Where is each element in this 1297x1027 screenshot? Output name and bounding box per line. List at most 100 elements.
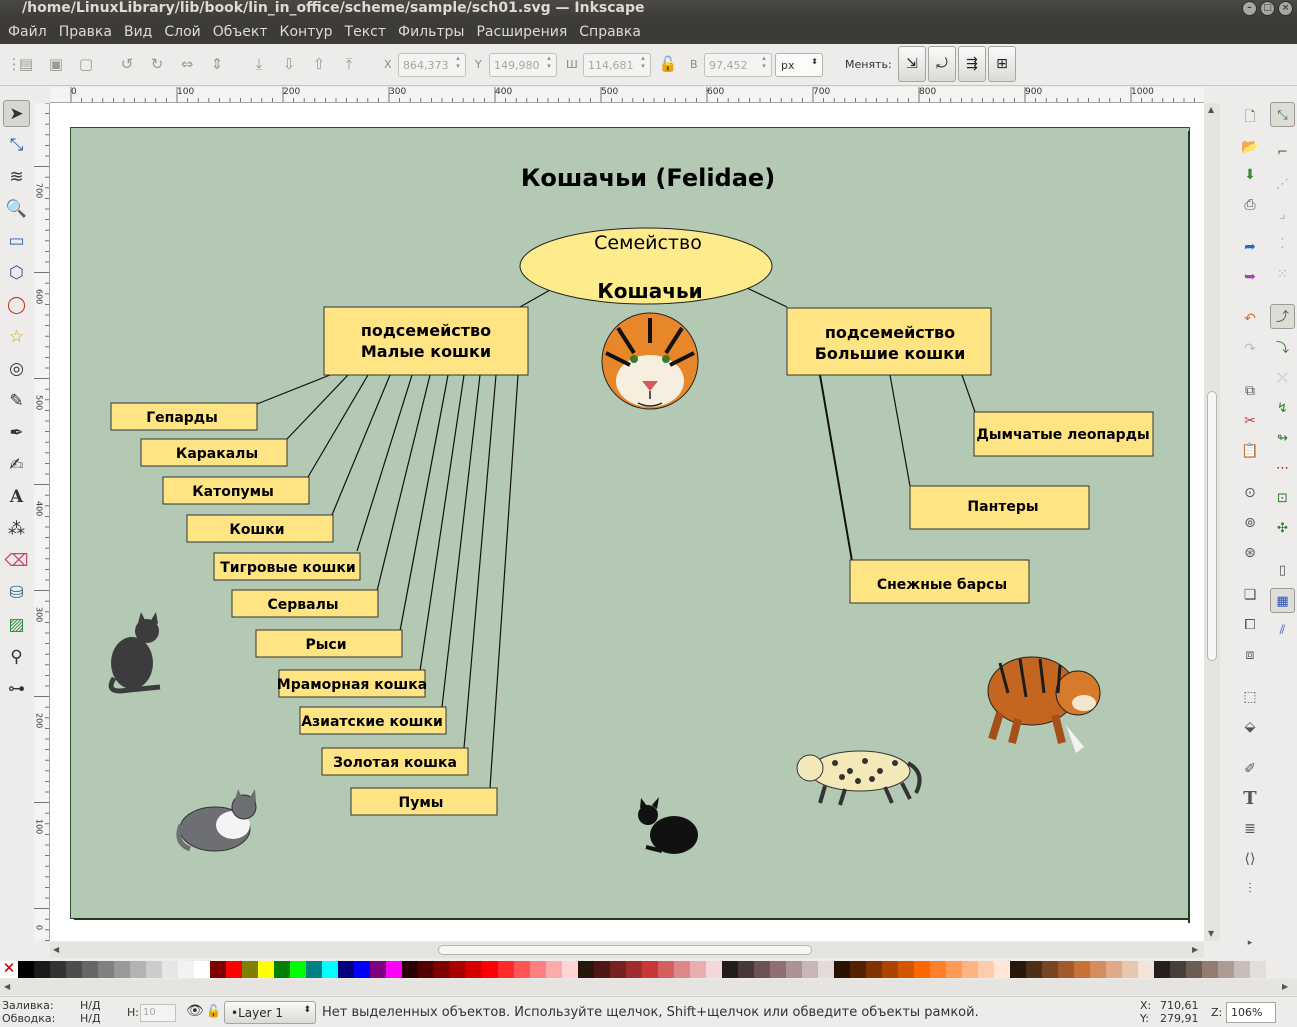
color-swatch[interactable]	[882, 961, 898, 978]
color-swatch[interactable]	[82, 961, 98, 978]
scroll-left-icon[interactable]: ◀	[53, 945, 59, 954]
color-swatch[interactable]	[130, 961, 146, 978]
color-swatch[interactable]	[338, 961, 354, 978]
color-swatch[interactable]	[1058, 961, 1074, 978]
color-swatch[interactable]	[658, 961, 674, 978]
snap-bbox-center-icon[interactable]: ⁙	[1270, 262, 1295, 287]
color-swatch[interactable]	[498, 961, 514, 978]
move-gradients-button[interactable]: ⇶	[958, 46, 986, 82]
height-input[interactable]: 97,452	[704, 53, 772, 77]
menu-filters[interactable]: Фильтры	[392, 20, 470, 44]
open-icon[interactable]: 📂	[1239, 136, 1261, 158]
color-swatch[interactable]	[770, 961, 786, 978]
color-swatch[interactable]	[306, 961, 322, 978]
node-icon[interactable]: ⤡	[3, 132, 30, 159]
layer-select[interactable]: •Layer 1 ⬍	[224, 1001, 316, 1024]
cut-icon[interactable]: ✂	[1239, 410, 1261, 432]
maximize-icon[interactable]: □	[1260, 1, 1275, 16]
color-swatch[interactable]	[674, 961, 690, 978]
color-swatch[interactable]	[1010, 961, 1026, 978]
gradient-icon[interactable]: ▨	[3, 612, 30, 639]
zoom-page-icon[interactable]: ⊛	[1239, 542, 1261, 564]
unit-select[interactable]: px ⬍	[775, 53, 823, 77]
color-swatch[interactable]	[226, 961, 242, 978]
color-swatch[interactable]	[466, 961, 482, 978]
text-font-icon[interactable]: T	[1239, 788, 1261, 810]
raise-icon[interactable]: ⇧	[309, 54, 329, 74]
menu-object[interactable]: Объект	[207, 20, 274, 44]
color-swatch[interactable]	[242, 961, 258, 978]
fill-stroke-icon[interactable]: ✐	[1239, 758, 1261, 780]
text-icon[interactable]: A	[3, 484, 30, 511]
x-input[interactable]: 864,373	[398, 53, 466, 77]
color-swatch[interactable]	[290, 961, 306, 978]
vertical-scroll-thumb[interactable]	[1207, 391, 1217, 661]
import-icon[interactable]: ➦	[1239, 236, 1261, 258]
color-swatch[interactable]	[546, 961, 562, 978]
raise-top-icon[interactable]: ⤒	[339, 54, 359, 74]
clone-icon[interactable]: ⧠	[1239, 614, 1261, 636]
color-swatch[interactable]	[354, 961, 370, 978]
color-swatch[interactable]	[434, 961, 450, 978]
color-swatch[interactable]	[978, 961, 994, 978]
paste-icon[interactable]: 📋	[1239, 440, 1261, 462]
vertical-scrollbar[interactable]: ▲ ▼	[1204, 103, 1220, 941]
selector-icon[interactable]: ➤	[3, 100, 30, 127]
horizontal-scrollbar[interactable]: ◀ ▶	[50, 942, 1204, 958]
menu-file[interactable]: Файл	[2, 20, 53, 44]
lower-bottom-icon[interactable]: ⤓	[249, 54, 269, 74]
pencil-icon[interactable]: ✎	[3, 388, 30, 415]
color-swatch[interactable]	[114, 961, 130, 978]
more-icon[interactable]: ▸	[1239, 932, 1261, 954]
color-swatch[interactable]	[34, 961, 50, 978]
menu-edit[interactable]: Правка	[53, 20, 118, 44]
layer-lock-icon[interactable]: 🔓	[206, 1004, 221, 1018]
snap-bbox-edge-icon[interactable]: ⋰	[1270, 172, 1295, 197]
color-swatch[interactable]	[722, 961, 738, 978]
layers-icon[interactable]: ≣	[1239, 818, 1261, 840]
bucket-icon[interactable]: ⛁	[3, 580, 30, 607]
zoom-input[interactable]: 106%	[1226, 1002, 1276, 1023]
calligraphy-icon[interactable]: ✍	[3, 452, 30, 479]
color-swatch[interactable]	[738, 961, 754, 978]
menu-text[interactable]: Текст	[339, 20, 392, 44]
rotate-cw-icon[interactable]: ↻	[147, 54, 167, 74]
export-icon[interactable]: ➥	[1239, 266, 1261, 288]
color-swatch[interactable]	[690, 961, 706, 978]
scroll-down-icon[interactable]: ▼	[1208, 929, 1214, 938]
zoom-selection-icon[interactable]: ⊙	[1239, 482, 1261, 504]
color-swatch[interactable]	[1090, 961, 1106, 978]
scroll-left-icon[interactable]: ◀	[4, 982, 10, 991]
dropper-icon[interactable]: ⚲	[3, 644, 30, 671]
color-swatch[interactable]	[626, 961, 642, 978]
color-swatch[interactable]	[946, 961, 962, 978]
menu-layer[interactable]: Слой	[158, 20, 206, 44]
menu-view[interactable]: Вид	[118, 20, 158, 44]
minimize-icon[interactable]: –	[1242, 1, 1257, 16]
rotate-ccw-icon[interactable]: ↺	[117, 54, 137, 74]
color-swatch[interactable]	[322, 961, 338, 978]
snap-center-icon[interactable]: ⊡	[1270, 486, 1295, 511]
width-input[interactable]: 114,681	[583, 53, 651, 77]
snap-smooth-icon[interactable]: ↬	[1270, 426, 1295, 451]
menu-extensions[interactable]: Расширения	[470, 20, 573, 44]
color-swatch[interactable]	[594, 961, 610, 978]
select-all-icon[interactable]: ▤	[16, 54, 36, 74]
color-swatch[interactable]	[1202, 961, 1218, 978]
color-swatch[interactable]	[1122, 961, 1138, 978]
canvas[interactable]: Кошачьи (Felidae) Семейство Кошачьи подс…	[50, 103, 1204, 941]
close-icon[interactable]: ×	[1278, 1, 1293, 16]
duplicate-icon[interactable]: ❏	[1239, 584, 1261, 606]
visibility-icon[interactable]: 👁	[186, 1003, 204, 1019]
scroll-right-icon[interactable]: ▶	[1192, 945, 1198, 954]
color-swatch[interactable]	[610, 961, 626, 978]
print-icon[interactable]: ⎙	[1239, 194, 1261, 216]
color-swatch[interactable]	[1026, 961, 1042, 978]
snap-bbox-corner-icon[interactable]: ⌟	[1270, 202, 1295, 227]
color-swatch[interactable]	[482, 961, 498, 978]
scale-stroke-button[interactable]: ⇲	[898, 46, 926, 82]
tweak-icon[interactable]: ≋	[3, 164, 30, 191]
horizontal-scroll-thumb[interactable]	[438, 945, 812, 955]
color-swatch[interactable]	[450, 961, 466, 978]
snap-midpoint-icon[interactable]: ⋯	[1270, 456, 1295, 481]
